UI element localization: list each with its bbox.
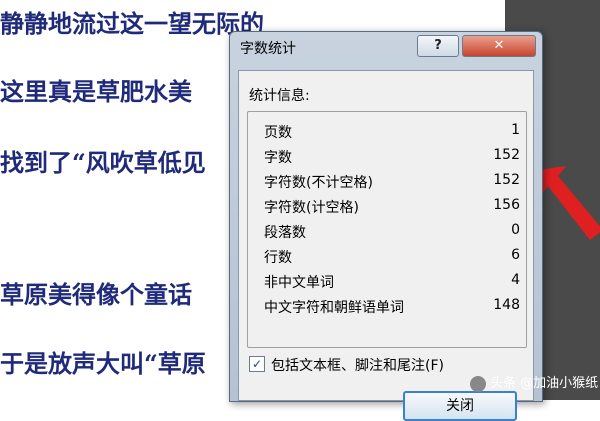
statistics-label: 统计信息: [249,88,310,104]
stat-value: 6 [511,247,520,263]
stat-value: 0 [511,222,520,238]
stat-label: 字符数(不计空格) [264,175,373,191]
statistics-group: 页数 1 字数 152 字符数(不计空格) 152 字符数(计空格) 156 段… [247,111,527,348]
include-textboxes-label[interactable]: 包括文本框、脚注和尾注(F) [271,355,444,375]
stat-label: 字符数(计空格) [264,200,359,216]
dialog-title-bar[interactable]: 字数统计 ? ✕ [230,32,542,62]
help-button[interactable]: ? [417,35,459,57]
document-line: 这里真是草肥水美 [0,77,192,106]
stat-row: 非中文单词 4 [264,272,520,292]
stat-label: 页数 [264,125,292,141]
stat-value: 156 [493,197,520,213]
close-window-button[interactable]: ✕ [462,35,536,57]
stat-value: 152 [493,147,520,163]
document-line: 草原美得像个童话 [0,280,192,309]
stat-value: 1 [511,122,520,138]
stat-value: 148 [493,297,520,313]
stat-row: 行数 6 [264,247,520,267]
document-line: 静静地流过这一望无际的 [0,9,264,38]
close-button[interactable]: 关闭 [403,391,517,421]
stat-label: 行数 [264,250,292,266]
stat-value: 152 [493,172,520,188]
stat-row: 页数 1 [264,122,520,142]
stat-row: 字符数(计空格) 156 [264,197,520,217]
stat-row: 段落数 0 [264,222,520,242]
stat-row: 字符数(不计空格) 152 [264,172,520,192]
document-line: 于是放声大叫“草原 [0,349,206,378]
watermark-logo-icon [470,375,486,392]
dialog-title: 字数统计 [240,41,296,57]
watermark-text: 头条 @加油小猴纸 [490,376,599,391]
word-count-dialog: 字数统计 ? ✕ 统计信息: 页数 1 字数 152 字符数(不计空格) 152… [229,31,543,421]
stat-label: 字数 [264,150,292,166]
stat-label: 非中文单词 [264,275,334,291]
stat-label: 中文字符和朝鲜语单词 [264,300,404,316]
include-textboxes-checkbox[interactable]: ✓ [249,356,265,372]
stat-label: 段落数 [264,225,306,241]
dialog-body: 统计信息: 页数 1 字数 152 字符数(不计空格) 152 字符数(计空格)… [238,70,534,421]
stat-row: 字数 152 [264,147,520,167]
stat-row: 中文字符和朝鲜语单词 148 [264,297,520,317]
watermark: 头条 @加油小猴纸 [470,372,598,392]
document-line: 找到了“风吹草低见 [0,148,206,177]
stat-value: 4 [511,272,520,288]
